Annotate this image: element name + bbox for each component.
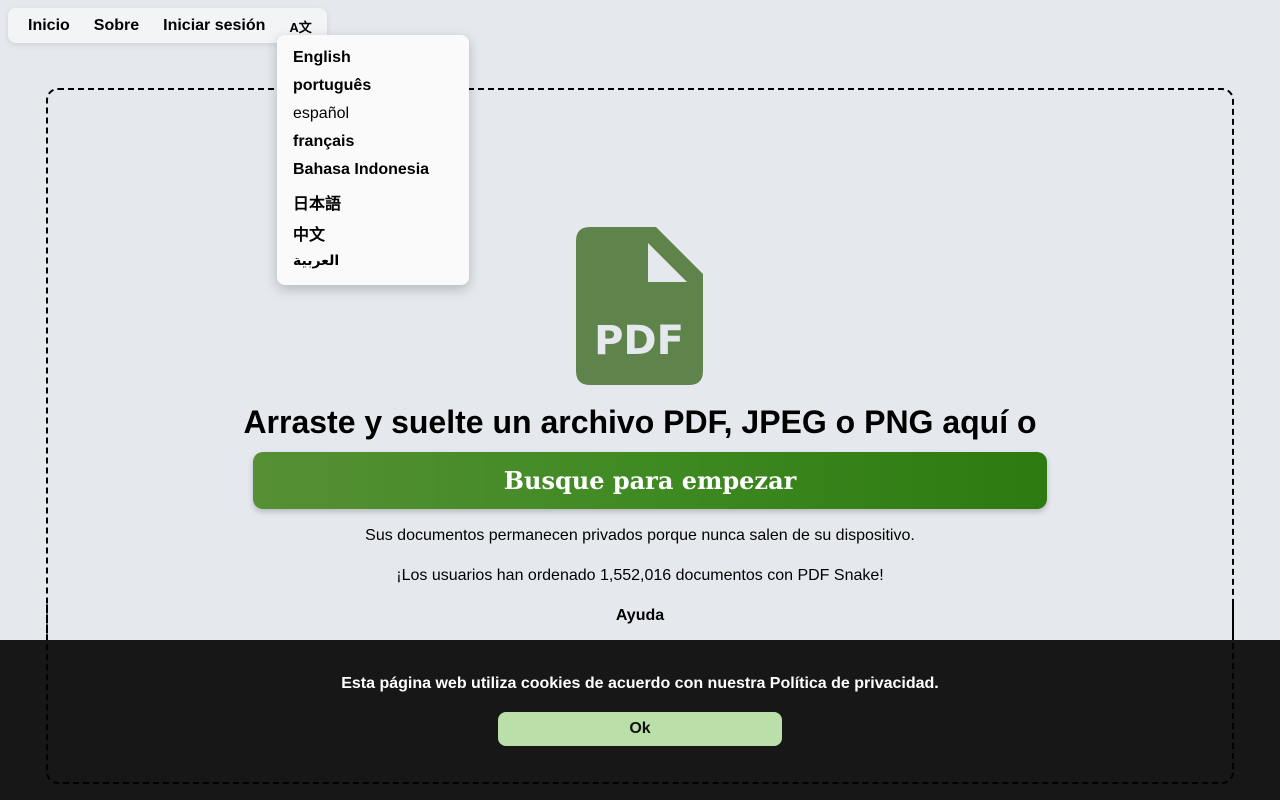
nav-about-link[interactable]: Sobre: [94, 17, 139, 35]
privacy-note: Sus documentos permanecen privados porqu…: [365, 527, 915, 544]
language-item-portuguese[interactable]: português: [293, 77, 371, 95]
cookie-ok-button[interactable]: Ok: [498, 712, 782, 746]
usage-stats: ¡Los usuarios han ordenado 1,552,016 doc…: [396, 567, 884, 584]
language-item-french[interactable]: français: [293, 133, 354, 151]
language-item-chinese[interactable]: 中文: [293, 221, 325, 245]
nav-home-link[interactable]: Inicio: [28, 17, 70, 35]
browse-button[interactable]: Busque para empezar: [253, 452, 1047, 509]
language-item-japanese[interactable]: 日本語: [293, 190, 341, 214]
language-item-spanish[interactable]: español: [293, 105, 349, 123]
language-item-english[interactable]: English: [293, 49, 351, 67]
language-icon[interactable]: A文: [289, 17, 311, 36]
nav-login-link[interactable]: Iniciar sesión: [163, 17, 265, 35]
dropzone-headline: Arraste y suelte un archivo PDF, JPEG o …: [243, 404, 1037, 440]
cookie-banner: Esta página web utiliza cookies de acuer…: [0, 640, 1280, 800]
language-menu: English português español français Bahas…: [277, 35, 469, 285]
help-link[interactable]: Ayuda: [0, 607, 1280, 625]
language-item-arabic[interactable]: العربية: [293, 252, 339, 269]
pdf-icon-label: PDF: [594, 318, 684, 364]
language-item-indonesian[interactable]: Bahasa Indonesia: [293, 161, 429, 179]
pdf-file-icon: PDF: [576, 227, 703, 385]
cookie-message: Esta página web utiliza cookies de acuer…: [341, 675, 939, 692]
